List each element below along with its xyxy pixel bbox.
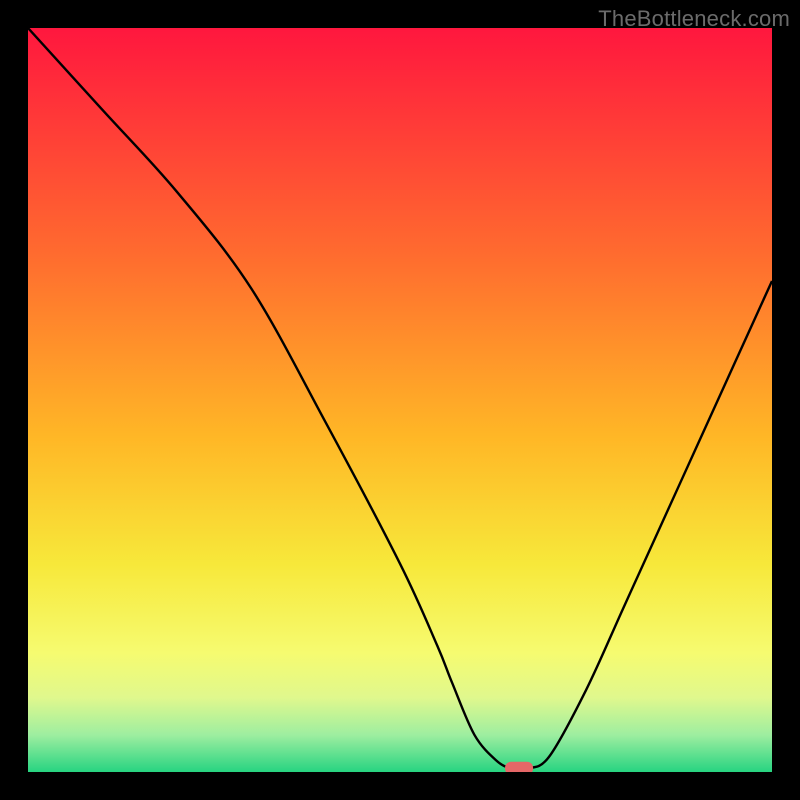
chart-container: TheBottleneck.com [0, 0, 800, 800]
watermark-label: TheBottleneck.com [598, 6, 790, 32]
plot-area [28, 28, 772, 772]
gradient-background [28, 28, 772, 772]
bottleneck-chart [28, 28, 772, 772]
optimal-marker [505, 762, 533, 772]
